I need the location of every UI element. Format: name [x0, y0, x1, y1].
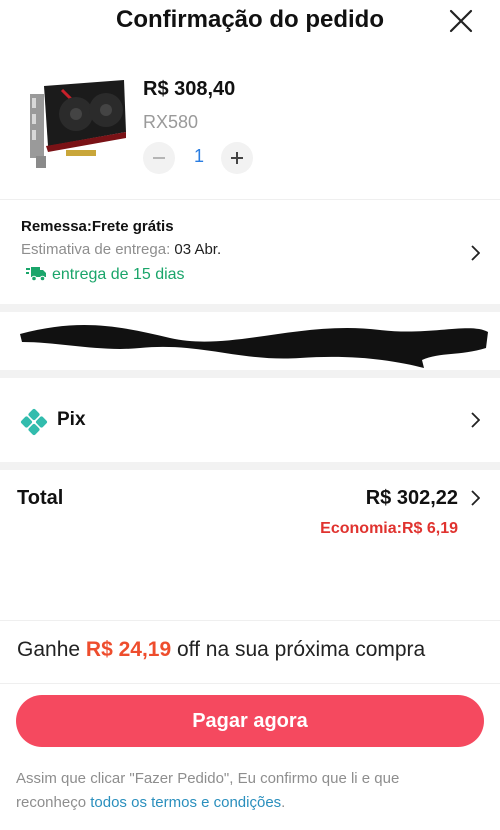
- plus-icon[interactable]: [221, 142, 253, 174]
- quantity-value[interactable]: 1: [187, 146, 211, 167]
- delivery-days-text: entrega de 15 dias: [52, 266, 185, 283]
- order-total[interactable]: Total R$ 302,22 Economia:R$ 6,19: [0, 470, 500, 620]
- header: Confirmação do pedido: [0, 0, 500, 44]
- terms-notice: Assim que clicar "Fazer Pedido", Eu conf…: [16, 767, 486, 815]
- close-icon[interactable]: [448, 8, 474, 34]
- payment-method-label: Pix: [57, 409, 86, 430]
- product-variant: RX580: [143, 112, 199, 132]
- total-label: Total: [17, 487, 64, 509]
- estimate-date: 03 Abr.: [174, 241, 222, 258]
- chevron-right-icon: [471, 245, 480, 261]
- shipping-label: Remessa:Frete grátis: [21, 218, 174, 235]
- total-amount: R$ 302,22: [365, 487, 458, 509]
- terms-text-line1: Assim que clicar "Fazer Pedido", Eu conf…: [16, 770, 400, 787]
- terms-end: .: [281, 794, 286, 811]
- page-title: Confirmação do pedido: [115, 6, 384, 33]
- promo-amount: R$ 24,19: [85, 638, 172, 661]
- savings-amount: Economia:R$ 6,19: [320, 520, 458, 537]
- payment-method[interactable]: Pix: [0, 378, 500, 462]
- shipping-option[interactable]: Remessa:Frete grátis Estimativa de entre…: [0, 200, 500, 304]
- minus-icon[interactable]: [143, 142, 175, 174]
- truck-icon: [26, 267, 46, 281]
- chevron-right-icon: [471, 490, 480, 506]
- product-card: R$ 308,40 RX580 1: [0, 62, 500, 192]
- promo-suffix: off na sua próxima compra: [176, 638, 426, 661]
- promo-banner: Ganhe R$ 24,19 off na sua próxima compra: [17, 638, 425, 662]
- section-gap: [0, 304, 500, 312]
- product-price: R$ 308,40: [143, 78, 236, 100]
- promo-prefix: Ganhe: [17, 638, 81, 661]
- divider: [0, 683, 500, 684]
- section-gap: [0, 462, 500, 470]
- address-redacted[interactable]: [0, 312, 500, 370]
- divider: [0, 620, 500, 621]
- graphics-card-thumbnail: [30, 80, 126, 168]
- redaction-scribble: [20, 325, 488, 368]
- delivery-days: entrega de 15 dias: [26, 266, 185, 284]
- pix-icon: [20, 408, 48, 436]
- estimate-prefix: Estimativa de entrega:: [21, 241, 171, 258]
- terms-link[interactable]: todos os termos e condições: [90, 794, 281, 811]
- delivery-estimate: Estimativa de entrega: 03 Abr.: [21, 241, 221, 258]
- quantity-stepper: 1: [143, 142, 263, 174]
- section-gap: [0, 370, 500, 378]
- chevron-right-icon: [471, 412, 480, 428]
- pay-now-button[interactable]: Pagar agora: [16, 695, 484, 747]
- terms-text-line2: reconheço: [16, 794, 87, 811]
